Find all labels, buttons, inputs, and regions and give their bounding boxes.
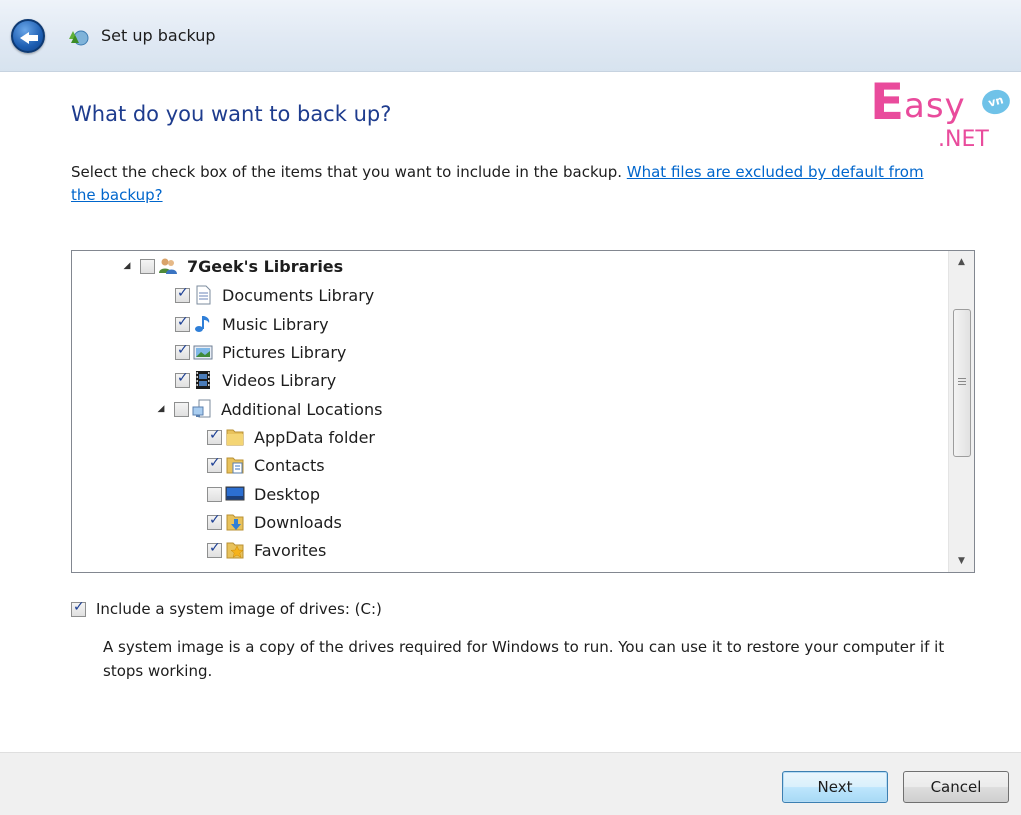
- checkbox-documents[interactable]: [175, 285, 190, 303]
- scroll-down-arrow-icon[interactable]: ▼: [949, 550, 974, 572]
- checkbox-music[interactable]: [175, 314, 190, 332]
- tree-item-contacts[interactable]: Contacts: [207, 452, 325, 478]
- tree-item-desktop[interactable]: Desktop: [207, 481, 320, 507]
- scroll-up-arrow-icon[interactable]: ▲: [949, 251, 974, 273]
- tree-item-label: Favorites: [254, 540, 327, 560]
- contacts-folder-icon: [226, 457, 244, 474]
- system-image-option[interactable]: Include a system image of drives: (C:): [71, 599, 382, 618]
- documents-icon: [196, 285, 211, 305]
- tree-item-documents[interactable]: Documents Library: [175, 282, 374, 308]
- tree-item-favorites[interactable]: Favorites: [207, 537, 326, 563]
- checkbox-additional-locations[interactable]: [174, 401, 189, 417]
- cancel-button[interactable]: Cancel: [903, 771, 1009, 803]
- title-bar: Set up backup: [0, 0, 1021, 72]
- collapse-arrow-icon[interactable]: ◢: [120, 261, 134, 271]
- tree-scrollbar[interactable]: ▲ ▼: [948, 251, 974, 572]
- videos-icon: [196, 371, 210, 389]
- desktop-icon: [225, 486, 245, 501]
- scroll-grip-icon: [958, 378, 966, 387]
- checkbox-favorites[interactable]: [207, 540, 222, 558]
- tree-item-label: Downloads: [254, 512, 342, 532]
- users-library-icon: [159, 258, 177, 274]
- checkbox-videos[interactable]: [175, 370, 190, 388]
- logo-suffix: .NET: [938, 127, 989, 152]
- checkbox-pictures[interactable]: [175, 342, 190, 360]
- tree-item-videos[interactable]: Videos Library: [175, 367, 336, 393]
- tree-item-music[interactable]: Music Library: [175, 311, 329, 337]
- instruction-label: Select the check box of the items that y…: [71, 163, 627, 181]
- pictures-icon: [193, 345, 213, 360]
- collapse-arrow-icon[interactable]: ◢: [154, 404, 168, 414]
- scrollbar-thumb[interactable]: [953, 309, 971, 457]
- logo-badge: vn: [979, 86, 1013, 118]
- downloads-folder-icon: [226, 514, 244, 531]
- logo-text: asy: [904, 86, 966, 126]
- tree-item-label: Documents Library: [222, 285, 375, 305]
- tree-item-label: Music Library: [222, 314, 329, 334]
- system-image-label: Include a system image of drives: (C:): [96, 600, 382, 618]
- tree-item-label: Pictures Library: [222, 342, 347, 362]
- tree-item-libraries[interactable]: ◢ 7Geek's Libraries: [120, 253, 344, 279]
- tree-item-label: Videos Library: [222, 370, 337, 390]
- easyvn-logo: E asy vn .NET: [866, 72, 1016, 162]
- tree-item-label: 7Geek's Libraries: [187, 256, 344, 276]
- back-arrow-icon[interactable]: [11, 19, 45, 53]
- logo-initial: E: [870, 73, 905, 131]
- tree-item-label: Additional Locations: [221, 399, 383, 419]
- tree-item-appdata[interactable]: AppData folder: [207, 424, 375, 450]
- tree-item-label: Contacts: [254, 455, 325, 475]
- computer-locations-icon: [192, 399, 211, 418]
- next-button[interactable]: Next: [782, 771, 888, 803]
- checkbox-contacts[interactable]: [207, 455, 222, 473]
- tree-item-downloads[interactable]: Downloads: [207, 509, 342, 535]
- system-image-checkbox[interactable]: [71, 599, 86, 617]
- tree-item-label: Desktop: [254, 484, 320, 504]
- tree-item-label: AppData folder: [254, 427, 375, 447]
- favorites-folder-icon: [226, 542, 244, 559]
- checkbox-downloads[interactable]: [207, 512, 222, 530]
- backup-app-icon: [69, 30, 89, 46]
- checkbox-desktop[interactable]: [207, 486, 222, 502]
- tree-item-pictures[interactable]: Pictures Library: [175, 339, 346, 365]
- page-heading: What do you want to back up?: [71, 102, 392, 126]
- checkbox-libraries[interactable]: [140, 258, 155, 274]
- music-icon: [195, 316, 210, 332]
- tree-item-additional-locations[interactable]: ◢ Additional Locations: [154, 396, 382, 422]
- backup-items-tree[interactable]: ◢ 7Geek's Libraries Documents Library Mu…: [71, 250, 975, 573]
- checkbox-appdata[interactable]: [207, 427, 222, 445]
- folder-icon: [226, 429, 244, 446]
- instruction-text: Select the check box of the items that y…: [71, 161, 951, 207]
- system-image-description: A system image is a copy of the drives r…: [103, 638, 945, 680]
- window-title: Set up backup: [101, 26, 216, 45]
